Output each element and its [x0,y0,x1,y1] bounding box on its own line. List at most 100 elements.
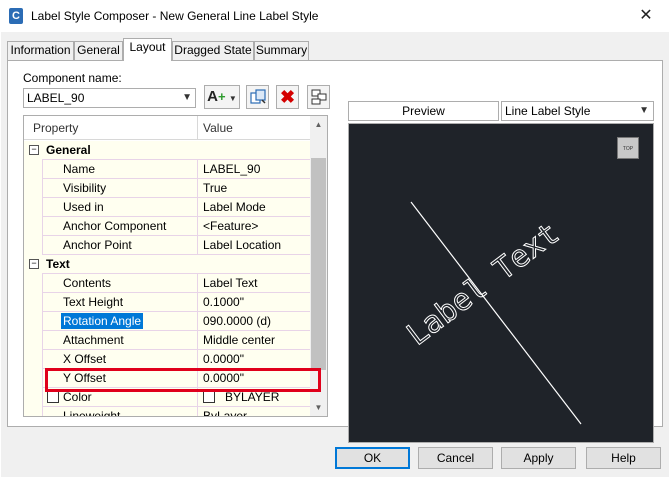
property-label: Attachment [42,331,197,350]
scroll-thumb[interactable] [311,158,326,370]
component-name-label: Component name: [23,71,122,85]
color-value: BYLAYER [225,390,280,404]
tab-dragged-state[interactable]: Dragged State [172,41,254,60]
preview-style-value: Line Label Style [505,104,591,118]
delete-component-icon: ✖ [279,87,296,107]
help-button[interactable]: Help [586,447,661,469]
property-row-visibility[interactable]: Visibility True [24,179,310,198]
column-header-value: Value [203,121,233,135]
row-gutter [24,198,42,217]
row-gutter [24,407,42,416]
property-row-x-offset[interactable]: X Offset 0.0000" [24,350,310,369]
row-gutter [24,160,42,179]
color-label: Color [63,390,92,404]
preview-drawing: Label Text [400,201,582,425]
property-value[interactable]: ByLayer [197,407,310,416]
preview-header: Preview [348,101,499,121]
chevron-down-icon: ▼ [228,94,237,103]
row-gutter [24,369,42,388]
property-row-anchor-component[interactable]: Anchor Component <Feature> [24,217,310,236]
row-gutter [24,388,42,407]
property-label: Rotation Angle [42,312,197,331]
category-label: Text [46,257,70,271]
civil3d-app-icon: C [9,8,23,24]
preview-label-text: Label Text [401,216,566,353]
component-draw-order-icon [311,89,326,105]
column-header-property: Property [33,121,79,135]
annotation-highlight-box [45,368,321,392]
tab-information[interactable]: Information [7,41,74,60]
property-value[interactable]: 0.0000" [197,350,310,369]
dialog-client: Information General Layout Dragged State… [1,32,669,477]
property-value[interactable]: Middle center [197,331,310,350]
apply-button[interactable]: Apply [501,447,576,469]
property-row-lineweight[interactable]: Lineweight ByLayer [24,407,310,416]
tab-summary[interactable]: Summary [254,41,309,60]
layout-tab-panel: Component name: LABEL_90 ▼ A+ ▼ ✖ Proper… [7,60,663,443]
collapse-icon[interactable]: − [29,145,39,155]
property-label: Anchor Point [42,236,197,255]
property-label: Anchor Component [42,217,197,236]
property-value[interactable]: 0.1000" [197,293,310,312]
scroll-up-icon[interactable]: ▲ [310,116,327,133]
preview-style-dropdown[interactable]: Line Label Style ▼ [501,101,654,121]
property-label: Lineweight [42,407,197,416]
category-label: General [46,143,91,157]
category-value [197,255,310,274]
property-row-attachment[interactable]: Attachment Middle center [24,331,310,350]
view-cube-top-button[interactable]: TOP [617,137,639,159]
tab-layout[interactable]: Layout [123,38,172,61]
row-gutter [24,293,42,312]
row-gutter: − [24,255,42,274]
property-label: Name [42,160,197,179]
ok-button[interactable]: OK [335,447,410,469]
property-row-used-in[interactable]: Used in Label Mode [24,198,310,217]
tab-general[interactable]: General [74,41,123,60]
row-gutter [24,236,42,255]
cancel-button[interactable]: Cancel [418,447,493,469]
close-window-button[interactable]: ✕ [636,6,656,26]
property-label: Used in [42,198,197,217]
preview-canvas[interactable]: Label Text TOP [348,123,654,443]
scroll-down-icon[interactable]: ▼ [310,399,327,416]
property-label: Text Height [42,293,197,312]
selected-property-label: Rotation Angle [61,313,144,329]
collapse-icon[interactable]: − [29,259,39,269]
component-name-dropdown[interactable]: LABEL_90 ▼ [23,88,196,108]
component-draw-order-button[interactable] [307,85,330,109]
copy-component-icon [249,89,266,104]
property-row-rotation-angle[interactable]: Rotation Angle 090.0000 (d) [24,312,310,331]
property-value[interactable]: LABEL_90 [197,160,310,179]
property-value[interactable]: True [197,179,310,198]
copy-component-button[interactable] [246,85,269,109]
row-gutter [24,312,42,331]
row-gutter [24,274,42,293]
property-value[interactable]: <Feature> [197,217,310,236]
property-row-text-height[interactable]: Text Height 0.1000" [24,293,310,312]
row-gutter [24,179,42,198]
property-label: Contents [42,274,197,293]
title-bar: C Label Style Composer - New General Lin… [0,0,670,32]
property-value[interactable]: Label Mode [197,198,310,217]
grid-header: Property Value [24,116,310,140]
property-row-contents[interactable]: Contents Label Text [24,274,310,293]
column-divider [197,116,198,140]
add-component-icon: A+ [207,88,226,105]
row-gutter [24,331,42,350]
property-value[interactable]: Label Text [197,274,310,293]
property-row-anchor-point[interactable]: Anchor Point Label Location [24,236,310,255]
category-value [197,141,310,160]
category-general[interactable]: − General [24,141,310,160]
property-row-name[interactable]: Name LABEL_90 [24,160,310,179]
color-override-checkbox[interactable] [47,391,59,403]
chevron-down-icon: ▼ [639,105,649,116]
component-name-value: LABEL_90 [27,91,85,105]
property-value[interactable]: Label Location [197,236,310,255]
property-value[interactable]: 090.0000 (d) [197,312,310,331]
category-text[interactable]: − Text [24,255,310,274]
window-title: Label Style Composer - New General Line … [31,9,319,23]
row-gutter: − [24,141,42,160]
delete-component-button[interactable]: ✖ [276,85,299,109]
add-component-button[interactable]: A+ ▼ [204,85,240,109]
color-swatch-icon [203,391,215,403]
